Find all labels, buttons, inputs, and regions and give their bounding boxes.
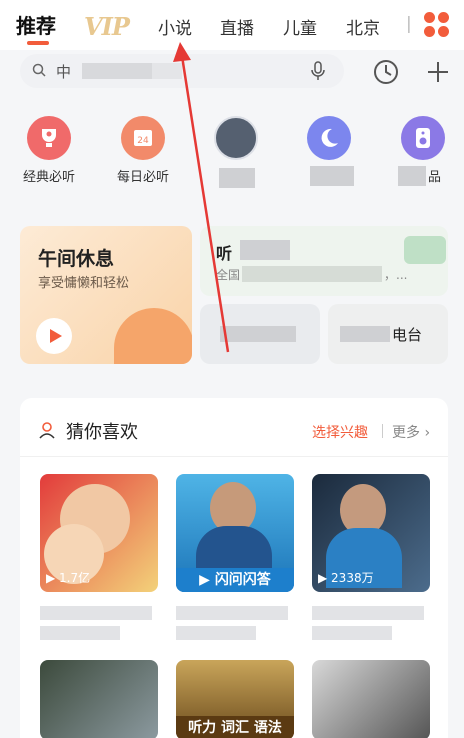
quick-item-sleep[interactable] — [294, 116, 364, 196]
quick-item-label: 每日必听 — [116, 170, 169, 185]
listen-title: 听 — [216, 244, 233, 263]
cover-caption: 听力 词汇 语法 — [176, 716, 294, 738]
redacted-title — [40, 626, 120, 640]
listen-subtitle-suffix: ，... — [384, 268, 408, 282]
listen-subtitle: 全国 — [216, 268, 241, 282]
redacted-text — [340, 326, 390, 342]
microphone-icon[interactable] — [310, 61, 326, 81]
redacted-title — [240, 240, 290, 260]
play-button[interactable] — [36, 318, 72, 354]
tab-children[interactable]: 儿童 — [283, 14, 317, 39]
listen-card[interactable]: 听 全国 ，... — [200, 226, 448, 296]
nap-title: 午间休息 — [38, 248, 115, 270]
search-placeholder: 中 — [56, 63, 72, 81]
nap-card[interactable]: 午间休息 享受慵懒和轻松 — [20, 226, 192, 364]
album-cover[interactable]: ▶ 闪问闪答 — [176, 474, 294, 592]
play-count: ▶ 2338万 — [318, 571, 374, 585]
panel-divider — [20, 456, 448, 457]
quick-item-host[interactable] — [201, 116, 271, 196]
radio-station-label: 电台 — [392, 326, 423, 344]
host-photo — [196, 526, 272, 572]
recommend-title: 猜你喜欢 — [66, 422, 138, 443]
tab-overflow[interactable]: | — [406, 14, 412, 34]
history-clock-icon[interactable] — [372, 58, 400, 86]
redacted-label — [398, 166, 426, 186]
nap-subtitle: 享受慵懒和轻松 — [38, 276, 130, 291]
more-link[interactable]: 更多 › — [392, 422, 430, 442]
redacted-title — [176, 626, 256, 640]
user-heart-icon — [39, 422, 55, 439]
tab-live[interactable]: 直播 — [220, 14, 254, 39]
active-tab-indicator — [27, 41, 49, 45]
redacted-title — [312, 606, 424, 620]
redacted-card[interactable] — [200, 304, 320, 364]
quick-item-daily[interactable]: 24 每日必听 — [108, 116, 178, 196]
tab-novel[interactable]: 小说 — [158, 14, 192, 39]
radio-station-card[interactable]: 电台 — [328, 304, 448, 364]
redacted-label — [310, 166, 354, 186]
choose-interest-link[interactable]: 选择兴趣 — [312, 422, 368, 442]
moon-icon — [307, 116, 351, 160]
search-redacted-2 — [152, 63, 182, 79]
album-cover[interactable] — [312, 660, 430, 738]
quick-item-classic[interactable]: 经典必听 — [14, 116, 84, 196]
recommend-panel: 猜你喜欢 选择兴趣 更多 › ▶ 1.7亿 ▶ 闪问闪答 ▶ 2338万 听力 … — [20, 398, 448, 738]
tab-recommend[interactable]: 推荐 — [16, 10, 56, 39]
calendar-icon: 24 — [121, 116, 165, 160]
search-bar[interactable]: 中 — [20, 54, 344, 88]
svg-text:24: 24 — [137, 136, 149, 146]
search-icon — [32, 63, 46, 77]
redacted-text — [220, 326, 296, 342]
album-cover[interactable]: ▶ 2338万 — [312, 474, 430, 592]
quick-item-label: 经典必听 — [22, 170, 75, 185]
redacted-title — [312, 626, 392, 640]
cat-illustration — [114, 308, 192, 364]
category-grid-icon[interactable] — [424, 12, 450, 38]
redacted-title — [40, 606, 152, 620]
top-tab-bar: 推荐 VIP 小说 直播 儿童 北京 | — [0, 0, 464, 50]
avatar-icon — [214, 116, 258, 160]
cover-caption: ▶ 闪问闪答 — [176, 568, 294, 592]
quick-item-speaker[interactable]: 品 — [388, 116, 458, 196]
redacted-title — [176, 606, 288, 620]
redacted-label — [219, 168, 255, 188]
play-count: ▶ 1.7亿 — [46, 571, 91, 585]
divider — [382, 424, 383, 438]
redacted-subtitle — [242, 266, 382, 282]
radio-icon — [404, 236, 446, 264]
tab-beijing[interactable]: 北京 — [346, 14, 380, 39]
album-cover[interactable]: ▶ 1.7亿 — [40, 474, 158, 592]
album-cover[interactable] — [40, 660, 158, 738]
add-plus-icon[interactable] — [424, 58, 452, 86]
quick-item-label: 品 — [428, 170, 442, 185]
tab-vip[interactable]: VIP — [84, 12, 130, 41]
trophy-icon — [27, 116, 71, 160]
speaker-icon — [401, 116, 445, 160]
album-cover[interactable]: 听力 词汇 语法 — [176, 660, 294, 738]
